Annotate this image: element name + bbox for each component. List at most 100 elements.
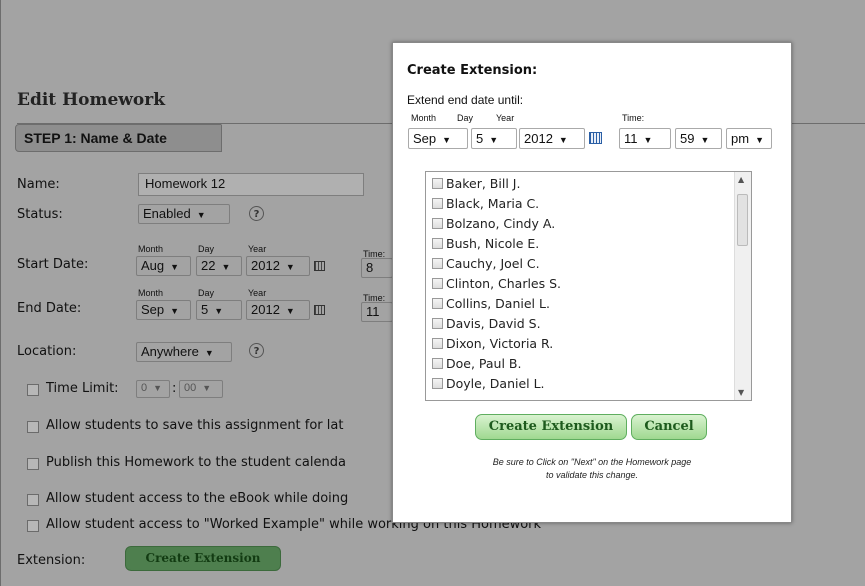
list-item[interactable]: Doe, Paul B.: [432, 356, 521, 374]
student-checkbox[interactable]: [432, 338, 443, 349]
scrollbar[interactable]: ▲ ▼: [734, 172, 751, 400]
student-checkbox[interactable]: [432, 178, 443, 189]
option-checkbox-publish[interactable]: [27, 458, 39, 470]
step-label: STEP 1: Name & Date: [24, 130, 167, 146]
calendar-icon[interactable]: [314, 261, 325, 271]
end-hour-value: 11: [366, 304, 380, 319]
end-day-header: Day: [198, 288, 215, 298]
student-name: Clinton, Charles S.: [446, 276, 562, 291]
list-item[interactable]: Bush, Nicole E.: [432, 236, 539, 254]
option-ebook-label: Allow student access to the eBook while …: [46, 491, 349, 506]
student-name: Collins, Daniel L.: [446, 296, 550, 311]
end-year-value: 2012: [251, 302, 280, 317]
student-checkbox[interactable]: [432, 378, 443, 389]
dialog-year-select[interactable]: 2012 ▼: [519, 128, 585, 149]
student-name: Doe, Paul B.: [446, 356, 522, 371]
start-year-select[interactable]: 2012 ▼: [246, 256, 310, 276]
dialog-cancel-button[interactable]: Cancel: [631, 414, 707, 440]
student-checkbox[interactable]: [432, 278, 443, 289]
step-header: STEP 1: Name & Date: [15, 124, 249, 152]
status-value: Enabled: [143, 206, 191, 221]
start-day-value: 22: [201, 258, 216, 273]
dialog-ampm-value: pm: [731, 131, 750, 146]
list-item[interactable]: Black, Maria C.: [432, 196, 539, 214]
dialog-day-value: 5: [476, 131, 484, 146]
calendar-icon[interactable]: [314, 305, 325, 315]
end-day-select[interactable]: 5 ▼: [196, 300, 242, 320]
create-extension-button[interactable]: Create Extension: [125, 546, 281, 571]
day-header: Day: [457, 113, 474, 123]
list-item[interactable]: Clinton, Charles S.: [432, 276, 561, 294]
start-hour-select[interactable]: 8: [361, 258, 393, 278]
list-item[interactable]: Dixon, Victoria R.: [432, 336, 553, 354]
option-checkbox-worked-example[interactable]: [27, 520, 39, 532]
student-name: Doyle, Daniel L.: [446, 376, 545, 391]
dialog-minute-value: 59: [680, 131, 695, 146]
list-item[interactable]: Cauchy, Joel C.: [432, 256, 540, 274]
time-limit-minutes-value: 00: [184, 382, 197, 394]
time-limit-minutes-select[interactable]: 00 ▼: [179, 380, 223, 398]
end-hour-select[interactable]: 11: [361, 302, 393, 322]
student-name: Baker, Bill J.: [446, 176, 521, 191]
chevron-down-icon: ▼: [202, 383, 212, 393]
end-day-value: 5: [201, 302, 209, 317]
student-checkbox[interactable]: [432, 238, 443, 249]
dialog-note-line1: Be sure to Click on "Next" on the Homewo…: [492, 457, 692, 467]
time-limit-separator: :: [172, 381, 177, 396]
dialog-day-select[interactable]: 5 ▼: [471, 128, 517, 149]
dialog-year-value: 2012: [524, 131, 553, 146]
student-checkbox[interactable]: [432, 358, 443, 369]
time-limit-hours-select[interactable]: 0 ▼: [136, 380, 170, 398]
scroll-down-icon[interactable]: ▼: [738, 388, 744, 397]
list-item[interactable]: Baker, Bill J.: [432, 176, 520, 194]
end-month-select[interactable]: Sep ▼: [136, 300, 191, 320]
student-name: Black, Maria C.: [446, 196, 540, 211]
student-checkbox[interactable]: [432, 318, 443, 329]
location-label: Location:: [17, 344, 77, 359]
chevron-down-icon: ▼: [204, 348, 214, 358]
month-header: Month: [411, 113, 437, 123]
location-select[interactable]: Anywhere ▼: [136, 342, 232, 362]
dialog-ampm-select[interactable]: pm ▼: [726, 128, 772, 149]
start-month-value: Aug: [141, 258, 165, 273]
help-icon[interactable]: ?: [249, 343, 264, 358]
list-item[interactable]: Bolzano, Cindy A.: [432, 216, 555, 234]
start-day-select[interactable]: 22 ▼: [196, 256, 242, 276]
chevron-down-icon: ▼: [643, 135, 653, 145]
calendar-icon[interactable]: [589, 132, 602, 144]
dialog-month-select[interactable]: Sep ▼: [408, 128, 468, 149]
student-checkbox[interactable]: [432, 258, 443, 269]
student-checkbox[interactable]: [432, 218, 443, 229]
option-checkbox-save[interactable]: [27, 421, 39, 433]
list-item[interactable]: Doyle, Daniel L.: [432, 376, 545, 394]
student-list[interactable]: Baker, Bill J. Black, Maria C. Bolzano, …: [425, 171, 752, 401]
scroll-up-icon[interactable]: ▲: [738, 175, 744, 184]
student-checkbox[interactable]: [432, 298, 443, 309]
dialog-create-extension-button[interactable]: Create Extension: [475, 414, 627, 440]
start-year-value: 2012: [251, 258, 280, 273]
status-select[interactable]: Enabled ▼: [138, 204, 230, 224]
list-item[interactable]: Collins, Daniel L.: [432, 296, 550, 314]
student-checkbox[interactable]: [432, 198, 443, 209]
name-label: Name:: [17, 177, 60, 192]
help-icon[interactable]: ?: [249, 206, 264, 221]
scrollbar-thumb[interactable]: [737, 194, 748, 246]
location-value: Anywhere: [141, 344, 199, 359]
list-item[interactable]: Davis, David S.: [432, 316, 541, 334]
dialog-minute-select[interactable]: 59 ▼: [675, 128, 722, 149]
student-name: Dixon, Victoria R.: [446, 336, 554, 351]
name-input[interactable]: Homework 12: [138, 173, 364, 196]
end-year-select[interactable]: 2012 ▼: [246, 300, 310, 320]
option-checkbox-ebook[interactable]: [27, 494, 39, 506]
student-name: Davis, David S.: [446, 316, 541, 331]
chevron-down-icon: ▼: [214, 306, 224, 316]
option-save-label: Allow students to save this assignment f…: [46, 418, 344, 433]
chevron-down-icon: ▼: [170, 262, 180, 272]
start-month-select[interactable]: Aug ▼: [136, 256, 191, 276]
dialog-note-line2: to validate this change.: [545, 470, 639, 480]
page-title: Edit Homework: [17, 90, 165, 110]
time-limit-checkbox[interactable]: [27, 384, 39, 396]
dialog-hour-select[interactable]: 11 ▼: [619, 128, 671, 149]
end-date-label: End Date:: [17, 301, 82, 316]
chevron-down-icon: ▼: [153, 383, 163, 393]
